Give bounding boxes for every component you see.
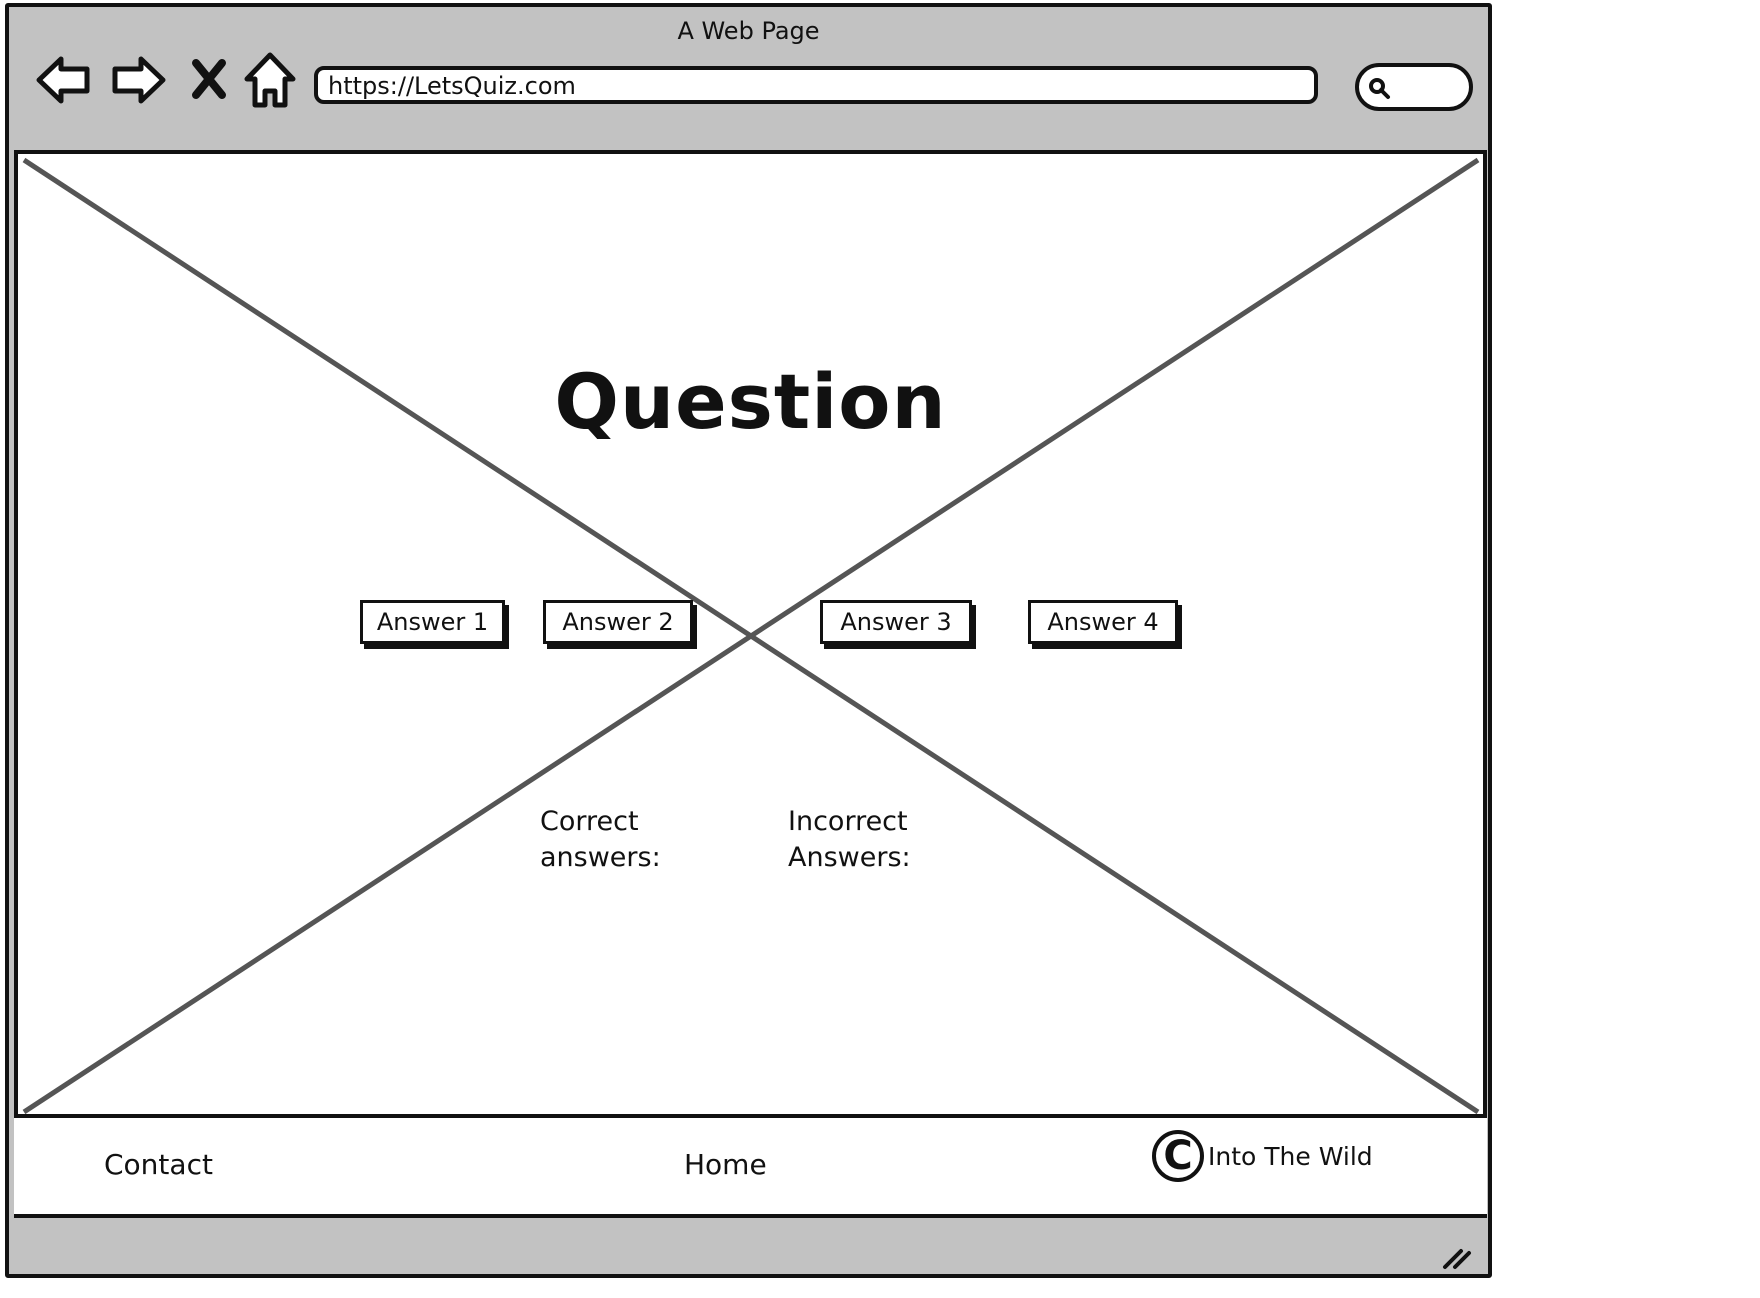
copyright-icon: C bbox=[1152, 1130, 1204, 1182]
answer-2-button[interactable]: Answer 2 bbox=[543, 600, 693, 644]
footer-home-link[interactable]: Home bbox=[684, 1148, 767, 1181]
back-arrow-icon[interactable] bbox=[31, 47, 97, 113]
url-input[interactable]: https://LetsQuiz.com bbox=[314, 66, 1318, 104]
incorrect-label-line1: Incorrect bbox=[788, 806, 908, 837]
question-heading: Question bbox=[554, 357, 947, 446]
correct-answers-label: Correct answers: bbox=[540, 804, 661, 876]
close-icon[interactable] bbox=[184, 47, 234, 113]
answer-3-button[interactable]: Answer 3 bbox=[820, 600, 972, 644]
footer-contact-link[interactable]: Contact bbox=[104, 1148, 213, 1181]
answer-4-button[interactable]: Answer 4 bbox=[1028, 600, 1178, 644]
window-title: A Web Page bbox=[677, 17, 820, 45]
placeholder-cross bbox=[22, 157, 1480, 1114]
page-footer: Contact Home C Into The Wild bbox=[14, 1118, 1487, 1218]
copyright-notice: C Into The Wild bbox=[1152, 1128, 1373, 1184]
correct-label-line2: answers: bbox=[540, 842, 661, 873]
search-input[interactable] bbox=[1355, 63, 1473, 111]
home-icon[interactable] bbox=[237, 47, 303, 113]
correct-label-line1: Correct bbox=[540, 806, 639, 837]
content-area: Question Answer 1 Answer 2 Answer 3 Answ… bbox=[14, 150, 1487, 1118]
browser-window: A Web Page https://LetsQuiz.com Question… bbox=[5, 3, 1492, 1278]
incorrect-answers-label: Incorrect Answers: bbox=[788, 804, 911, 876]
copyright-text: Into The Wild bbox=[1208, 1141, 1373, 1171]
search-icon bbox=[1369, 78, 1390, 99]
incorrect-label-line2: Answers: bbox=[788, 842, 911, 873]
resize-handle-icon[interactable] bbox=[1439, 1241, 1475, 1271]
answer-1-button[interactable]: Answer 1 bbox=[360, 600, 505, 644]
forward-arrow-icon[interactable] bbox=[105, 47, 171, 113]
